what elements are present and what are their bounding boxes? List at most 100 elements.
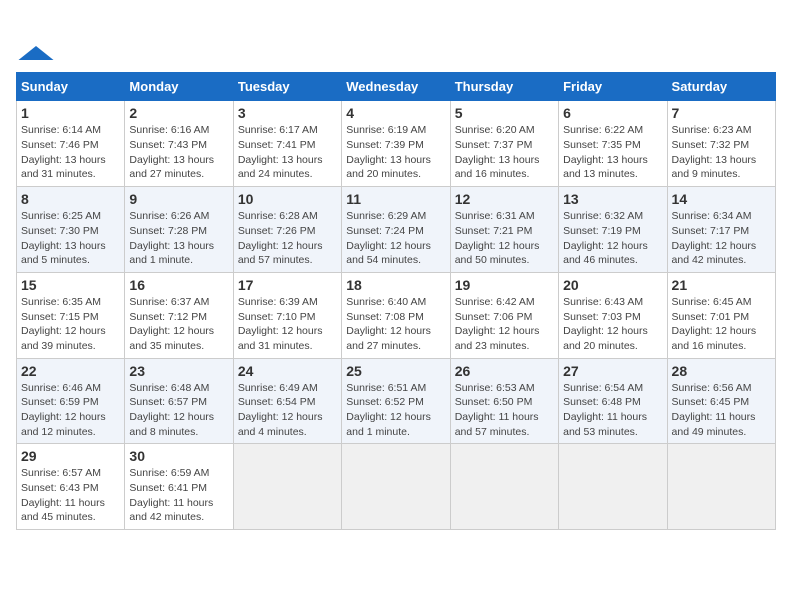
weekday-tuesday: Tuesday <box>233 73 341 101</box>
day-number: 16 <box>129 277 228 293</box>
day-number: 10 <box>238 191 337 207</box>
day-number: 7 <box>672 105 771 121</box>
day-cell <box>342 444 450 530</box>
day-info: Sunrise: 6:43 AM Sunset: 7:03 PM Dayligh… <box>563 295 662 354</box>
day-cell: 14 Sunrise: 6:34 AM Sunset: 7:17 PM Dayli… <box>667 187 775 273</box>
day-cell <box>233 444 341 530</box>
day-number: 25 <box>346 363 445 379</box>
weekday-header-row: SundayMondayTuesdayWednesdayThursdayFrid… <box>17 73 776 101</box>
day-cell: 2 Sunrise: 6:16 AM Sunset: 7:43 PM Daylig… <box>125 101 233 187</box>
day-info: Sunrise: 6:56 AM Sunset: 6:45 PM Dayligh… <box>672 381 771 440</box>
day-cell <box>450 444 558 530</box>
day-info: Sunrise: 6:16 AM Sunset: 7:43 PM Dayligh… <box>129 123 228 182</box>
day-cell: 24Sunrise: 6:49 AM Sunset: 6:54 PM Dayli… <box>233 358 341 444</box>
day-cell <box>559 444 667 530</box>
day-number: 22 <box>21 363 120 379</box>
day-cell: 12 Sunrise: 6:31 AM Sunset: 7:21 PM Dayli… <box>450 187 558 273</box>
day-cell: 22 Sunrise: 6:46 AM Sunset: 6:59 PM Dayli… <box>17 358 125 444</box>
day-number: 15 <box>21 277 120 293</box>
day-cell: 21 Sunrise: 6:45 AM Sunset: 7:01 PM Dayli… <box>667 272 775 358</box>
day-number: 30 <box>129 448 228 464</box>
day-cell: 11 Sunrise: 6:29 AM Sunset: 7:24 PM Dayli… <box>342 187 450 273</box>
day-info: Sunrise: 6:34 AM Sunset: 7:17 PM Dayligh… <box>672 209 771 268</box>
day-info: Sunrise: 6:53 AM Sunset: 6:50 PM Dayligh… <box>455 381 554 440</box>
day-number: 21 <box>672 277 771 293</box>
day-info: Sunrise: 6:31 AM Sunset: 7:21 PM Dayligh… <box>455 209 554 268</box>
day-number: 17 <box>238 277 337 293</box>
day-cell: 17 Sunrise: 6:39 AM Sunset: 7:10 PM Dayli… <box>233 272 341 358</box>
day-info: Sunrise: 6:28 AM Sunset: 7:26 PM Dayligh… <box>238 209 337 268</box>
day-info: Sunrise: 6:14 AM Sunset: 7:46 PM Dayligh… <box>21 123 120 182</box>
week-row-4: 22 Sunrise: 6:46 AM Sunset: 6:59 PM Dayli… <box>17 358 776 444</box>
week-row-2: 8 Sunrise: 6:25 AM Sunset: 7:30 PM Daylig… <box>17 187 776 273</box>
day-number: 26 <box>455 363 554 379</box>
day-number: 19 <box>455 277 554 293</box>
day-number: 11 <box>346 191 445 207</box>
day-number: 20 <box>563 277 662 293</box>
day-cell: 8 Sunrise: 6:25 AM Sunset: 7:30 PM Daylig… <box>17 187 125 273</box>
week-row-5: 29 Sunrise: 6:57 AM Sunset: 6:43 PM Dayli… <box>17 444 776 530</box>
day-info: Sunrise: 6:23 AM Sunset: 7:32 PM Dayligh… <box>672 123 771 182</box>
day-cell: 23 Sunrise: 6:48 AM Sunset: 6:57 PM Dayli… <box>125 358 233 444</box>
day-cell: 29 Sunrise: 6:57 AM Sunset: 6:43 PM Dayli… <box>17 444 125 530</box>
day-number: 8 <box>21 191 120 207</box>
day-cell: 7 Sunrise: 6:23 AM Sunset: 7:32 PM Daylig… <box>667 101 775 187</box>
day-cell: 4Sunrise: 6:19 AM Sunset: 7:39 PM Daylig… <box>342 101 450 187</box>
logo-icon <box>18 46 54 60</box>
day-cell: 9Sunrise: 6:26 AM Sunset: 7:28 PM Daylig… <box>125 187 233 273</box>
day-number: 29 <box>21 448 120 464</box>
day-info: Sunrise: 6:54 AM Sunset: 6:48 PM Dayligh… <box>563 381 662 440</box>
day-cell: 28 Sunrise: 6:56 AM Sunset: 6:45 PM Dayli… <box>667 358 775 444</box>
day-info: Sunrise: 6:46 AM Sunset: 6:59 PM Dayligh… <box>21 381 120 440</box>
weekday-monday: Monday <box>125 73 233 101</box>
day-number: 27 <box>563 363 662 379</box>
day-number: 4 <box>346 105 445 121</box>
day-number: 2 <box>129 105 228 121</box>
day-number: 5 <box>455 105 554 121</box>
day-info: Sunrise: 6:22 AM Sunset: 7:35 PM Dayligh… <box>563 123 662 182</box>
day-number: 1 <box>21 105 120 121</box>
day-cell: 6 Sunrise: 6:22 AM Sunset: 7:35 PM Daylig… <box>559 101 667 187</box>
day-info: Sunrise: 6:37 AM Sunset: 7:12 PM Dayligh… <box>129 295 228 354</box>
day-number: 13 <box>563 191 662 207</box>
day-number: 23 <box>129 363 228 379</box>
day-number: 6 <box>563 105 662 121</box>
day-number: 18 <box>346 277 445 293</box>
day-info: Sunrise: 6:42 AM Sunset: 7:06 PM Dayligh… <box>455 295 554 354</box>
day-info: Sunrise: 6:39 AM Sunset: 7:10 PM Dayligh… <box>238 295 337 354</box>
day-info: Sunrise: 6:48 AM Sunset: 6:57 PM Dayligh… <box>129 381 228 440</box>
day-cell: 10 Sunrise: 6:28 AM Sunset: 7:26 PM Dayli… <box>233 187 341 273</box>
day-info: Sunrise: 6:40 AM Sunset: 7:08 PM Dayligh… <box>346 295 445 354</box>
day-cell: 13 Sunrise: 6:32 AM Sunset: 7:19 PM Dayli… <box>559 187 667 273</box>
day-cell: 1 Sunrise: 6:14 AM Sunset: 7:46 PM Daylig… <box>17 101 125 187</box>
day-cell: 5 Sunrise: 6:20 AM Sunset: 7:37 PM Daylig… <box>450 101 558 187</box>
day-cell: 16 Sunrise: 6:37 AM Sunset: 7:12 PM Dayli… <box>125 272 233 358</box>
day-number: 3 <box>238 105 337 121</box>
weekday-wednesday: Wednesday <box>342 73 450 101</box>
day-cell: 19 Sunrise: 6:42 AM Sunset: 7:06 PM Dayli… <box>450 272 558 358</box>
day-info: Sunrise: 6:57 AM Sunset: 6:43 PM Dayligh… <box>21 466 120 525</box>
day-cell: 25 Sunrise: 6:51 AM Sunset: 6:52 PM Dayli… <box>342 358 450 444</box>
weekday-friday: Friday <box>559 73 667 101</box>
day-info: Sunrise: 6:29 AM Sunset: 7:24 PM Dayligh… <box>346 209 445 268</box>
day-info: Sunrise: 6:25 AM Sunset: 7:30 PM Dayligh… <box>21 209 120 268</box>
day-cell <box>667 444 775 530</box>
day-cell: 27 Sunrise: 6:54 AM Sunset: 6:48 PM Dayli… <box>559 358 667 444</box>
week-row-3: 15 Sunrise: 6:35 AM Sunset: 7:15 PM Dayli… <box>17 272 776 358</box>
weekday-thursday: Thursday <box>450 73 558 101</box>
day-number: 9 <box>129 191 228 207</box>
day-info: Sunrise: 6:45 AM Sunset: 7:01 PM Dayligh… <box>672 295 771 354</box>
day-number: 12 <box>455 191 554 207</box>
day-info: Sunrise: 6:32 AM Sunset: 7:19 PM Dayligh… <box>563 209 662 268</box>
day-info: Sunrise: 6:51 AM Sunset: 6:52 PM Dayligh… <box>346 381 445 440</box>
day-cell: 20 Sunrise: 6:43 AM Sunset: 7:03 PM Dayli… <box>559 272 667 358</box>
day-info: Sunrise: 6:35 AM Sunset: 7:15 PM Dayligh… <box>21 295 120 354</box>
calendar: SundayMondayTuesdayWednesdayThursdayFrid… <box>16 72 776 530</box>
week-row-1: 1 Sunrise: 6:14 AM Sunset: 7:46 PM Daylig… <box>17 101 776 187</box>
day-number: 28 <box>672 363 771 379</box>
day-number: 14 <box>672 191 771 207</box>
calendar-body: 1 Sunrise: 6:14 AM Sunset: 7:46 PM Daylig… <box>17 101 776 530</box>
day-cell: 15 Sunrise: 6:35 AM Sunset: 7:15 PM Dayli… <box>17 272 125 358</box>
day-info: Sunrise: 6:20 AM Sunset: 7:37 PM Dayligh… <box>455 123 554 182</box>
day-number: 24 <box>238 363 337 379</box>
